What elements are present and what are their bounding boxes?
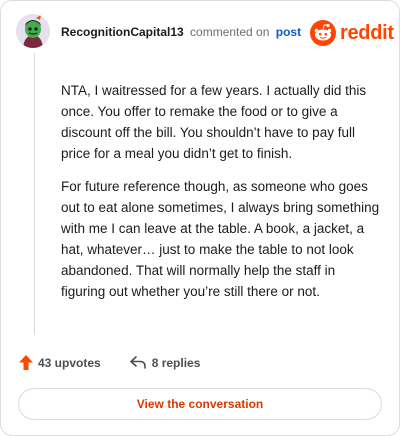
reddit-wordmark: reddit — [340, 21, 394, 44]
upvote-button[interactable]: 43 upvotes — [19, 355, 101, 370]
action-text: commented on — [190, 25, 270, 39]
comment-paragraph: NTA, I waitressed for a few years. I act… — [61, 83, 367, 161]
post-link[interactable]: post — [276, 25, 301, 39]
avatar[interactable] — [16, 14, 50, 48]
comment-header: RecognitionCapital13 commented on post — [61, 25, 301, 39]
reddit-logo-icon — [310, 20, 336, 46]
replies-button[interactable]: 8 replies — [129, 355, 201, 370]
view-conversation-button[interactable]: View the conversation — [18, 388, 382, 420]
comment-body: NTA, I waitressed for a few years. I act… — [61, 80, 383, 314]
comment-card: RecognitionCapital13 commented on post r… — [0, 0, 400, 436]
reddit-logo[interactable]: reddit — [310, 20, 394, 46]
upvote-arrow-icon — [19, 355, 33, 370]
reply-count: 8 replies — [151, 355, 201, 370]
comment-actions: 43 upvotes 8 replies — [19, 355, 200, 370]
comment-paragraph: For future reference though, as someone … — [61, 179, 380, 299]
reply-arrow-icon — [129, 356, 146, 369]
upvote-count: 43 upvotes — [38, 355, 101, 370]
thread-line — [34, 53, 35, 335]
avatar-image — [16, 14, 50, 48]
username[interactable]: RecognitionCapital13 — [61, 25, 184, 39]
